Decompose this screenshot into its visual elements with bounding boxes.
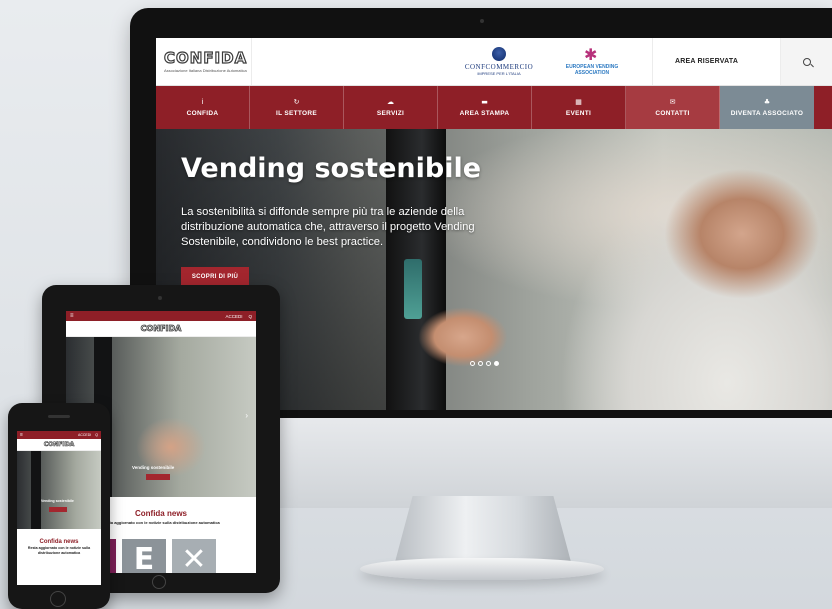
hero-hand-image	[418, 307, 508, 367]
nav-item-contatti[interactable]: ✉ CONTATTI	[626, 86, 720, 129]
menu-icon[interactable]: ≡	[70, 313, 74, 319]
slider-dot-active[interactable]	[494, 361, 499, 366]
tablet-logo[interactable]: CONFIDA	[66, 321, 256, 337]
slider-dots	[470, 361, 499, 366]
nav-item-eventi[interactable]: ▦ EVENTI	[532, 86, 626, 129]
phone-logo[interactable]: CONFIDA	[17, 439, 101, 451]
search-button[interactable]	[780, 38, 832, 85]
tablet-topbar: ≡ ACCEDI Q	[66, 311, 256, 321]
tablet-accedi-link[interactable]: ACCEDI	[225, 314, 242, 319]
partner-confcommercio[interactable]: CONFCOMMERCIO IMPRESE PER L'ITALIA	[454, 38, 544, 85]
nav-label: EVENTI	[565, 110, 592, 117]
phone-screen: ≡ ACCEDI Q CONFIDA Vending sostenibile C…	[17, 431, 101, 585]
hero-person-image	[532, 139, 832, 410]
tablet-search-icon[interactable]: Q	[248, 314, 252, 319]
phone-device: ≡ ACCEDI Q CONFIDA Vending sostenibile C…	[8, 403, 110, 609]
monitor-base	[360, 558, 604, 580]
monitor-stand	[395, 496, 571, 562]
confcommercio-emblem-icon	[492, 47, 506, 61]
phone-topbar: ≡ ACCEDI Q	[17, 431, 101, 439]
phone-search-icon[interactable]: Q	[95, 433, 98, 437]
newspaper-icon: ▬	[481, 98, 488, 106]
area-riservata-link[interactable]: AREA RISERVATA	[652, 38, 780, 85]
confida-logo[interactable]: CONFIDA Associazione Italiana Distribuzi…	[156, 38, 252, 85]
phone-home-button	[50, 591, 66, 607]
monitor-camera	[480, 19, 484, 23]
site-header: CONFIDA Associazione Italiana Distribuzi…	[156, 38, 832, 86]
eva-star-icon	[584, 45, 600, 65]
tablet-hero-button[interactable]	[146, 474, 170, 480]
logo-wordmark: CONFIDA	[163, 49, 248, 67]
tablet-hero-title: Vending sostenibile	[132, 465, 175, 470]
phone-hero-button[interactable]	[49, 507, 67, 512]
cloud-icon: ☁	[387, 98, 394, 106]
partner-name: EUROPEAN VENDING ASSOCIATION	[565, 63, 619, 76]
phone-news-sub: Resta aggiornato con le notizie sulla di…	[27, 546, 91, 555]
scopri-di-piu-button[interactable]: SCOPRI DI PIÙ	[181, 267, 249, 287]
hero-title: Vending sostenibile	[181, 153, 482, 184]
slider-dot[interactable]	[470, 361, 475, 366]
tablet-home-button	[152, 575, 166, 589]
nav-item-il-settore[interactable]: ↻ IL SETTORE	[250, 86, 344, 129]
nav-item-servizi[interactable]: ☁ SERVIZI	[344, 86, 438, 129]
phone-news: Confida news Resta aggiornato con le not…	[17, 529, 101, 556]
partner-name: CONFCOMMERCIO	[464, 63, 534, 71]
nav-item-diventa-associato[interactable]: ♣ DIVENTA ASSOCIATO	[720, 86, 814, 129]
nav-label: SERVIZI	[376, 110, 405, 117]
phone-news-title: Confida news	[39, 539, 79, 545]
logo-tagline: Associazione Italiana Distribuzione Auto…	[164, 68, 247, 73]
envelope-icon: ✉	[669, 98, 676, 106]
partner-sub: IMPRESE PER L'ITALIA	[477, 71, 521, 76]
menu-icon[interactable]: ≡	[20, 432, 23, 438]
calendar-icon: ▦	[575, 98, 582, 106]
hero-text: La sostenibilità si diffonde sempre più …	[181, 206, 475, 248]
main-nav: i CONFIDA ↻ IL SETTORE ☁ SERVIZI ▬ AREA …	[156, 86, 832, 129]
nav-item-area-stampa[interactable]: ▬ AREA STAMPA	[438, 86, 532, 129]
refresh-icon: ↻	[293, 98, 300, 106]
phone-hero: Vending sostenibile	[17, 451, 101, 529]
tile-e[interactable]: E	[122, 539, 166, 573]
users-icon: ♣	[763, 98, 771, 106]
nav-label: CONTATTI	[655, 110, 690, 117]
chevron-right-icon[interactable]: ›	[245, 411, 248, 420]
partner-eva[interactable]: EUROPEAN VENDING ASSOCIATION	[552, 38, 632, 85]
nav-item-confida[interactable]: i CONFIDA	[156, 86, 250, 129]
slider-dot[interactable]	[478, 361, 483, 366]
phone-accedi-link[interactable]: ACCEDI	[78, 433, 91, 437]
search-icon	[802, 57, 811, 66]
nav-label: CONFIDA	[186, 110, 219, 117]
tablet-camera	[158, 296, 162, 300]
nav-label: AREA STAMPA	[459, 110, 510, 117]
phone-speaker	[48, 415, 70, 418]
nav-label: DIVENTA ASSOCIATO	[730, 110, 804, 117]
nav-label: IL SETTORE	[275, 110, 318, 117]
info-icon: i	[201, 98, 204, 106]
slider-dot[interactable]	[486, 361, 491, 366]
tile-x[interactable]: ✕	[172, 539, 216, 573]
phone-hero-title: Vending sostenibile	[41, 499, 74, 503]
